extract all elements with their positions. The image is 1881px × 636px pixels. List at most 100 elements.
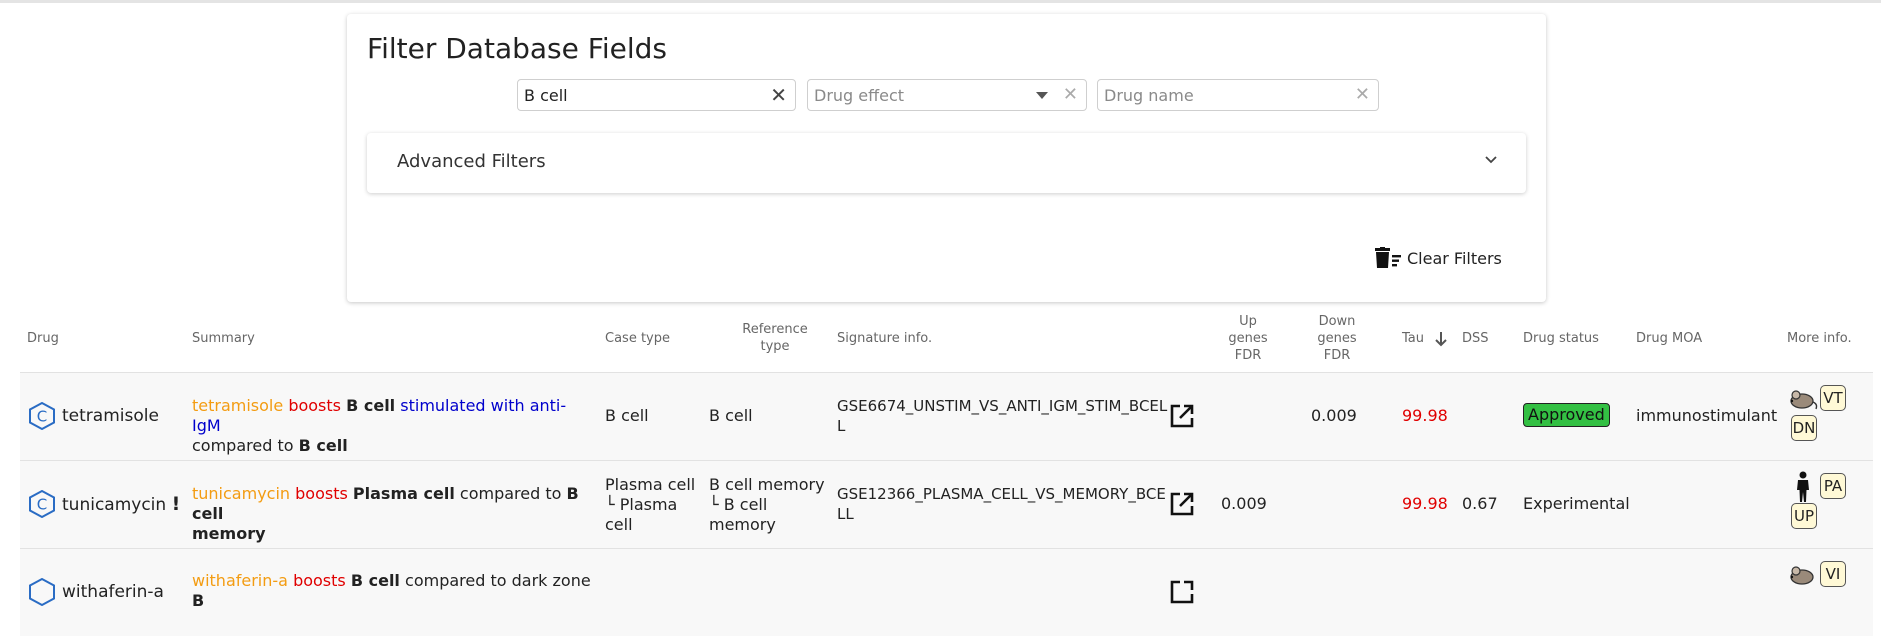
header-drug[interactable]: Drug bbox=[27, 330, 59, 347]
drug-name[interactable]: withaferin-a bbox=[62, 582, 164, 602]
tag-vt[interactable]: VT bbox=[1820, 385, 1846, 411]
human-icon[interactable] bbox=[1794, 471, 1812, 503]
reference-type-line3: memory bbox=[709, 515, 776, 534]
summary-verb: boosts bbox=[293, 571, 346, 590]
header-more-info: More info. bbox=[1787, 331, 1852, 346]
clear-cell-type-icon[interactable]: ✕ bbox=[770, 83, 787, 107]
tag-vi[interactable]: VI bbox=[1820, 561, 1846, 587]
header-up-line2: genes bbox=[1228, 331, 1268, 346]
dropdown-caret-icon[interactable] bbox=[1036, 92, 1048, 99]
summary: tetramisole boosts B cell stimulated wit… bbox=[192, 396, 592, 456]
summary-case: B cell bbox=[350, 571, 400, 590]
arrow-down-icon[interactable] bbox=[1434, 331, 1448, 347]
tau-value: 99.98 bbox=[1402, 406, 1448, 425]
cell-type-field[interactable]: ✕ bbox=[517, 79, 796, 111]
chevron-down-icon[interactable] bbox=[1484, 153, 1498, 167]
header-drug-status[interactable]: Drug status bbox=[1523, 330, 1599, 347]
header-drug-moa[interactable]: Drug MOA bbox=[1636, 330, 1702, 347]
advanced-filters-accordion[interactable]: Advanced Filters bbox=[367, 133, 1526, 193]
header-tau-label: Tau bbox=[1402, 331, 1424, 346]
trash-filter-icon bbox=[1375, 247, 1401, 268]
molecule-icon bbox=[29, 578, 55, 606]
summary-case: B cell bbox=[346, 396, 396, 415]
cell-type-input[interactable] bbox=[524, 84, 754, 106]
header-down-line3: FDR bbox=[1323, 348, 1351, 363]
drug-name-input[interactable] bbox=[1104, 84, 1334, 106]
reference-type-line1: B cell memory bbox=[709, 475, 825, 494]
header-down-line2: genes bbox=[1317, 331, 1357, 346]
external-link-icon[interactable] bbox=[1169, 491, 1195, 517]
signature-line2: L bbox=[837, 417, 846, 435]
up-genes-fdr: 0.009 bbox=[1221, 494, 1267, 513]
clear-drug-effect-icon[interactable]: ✕ bbox=[1063, 83, 1078, 107]
reference-type: B cell bbox=[709, 406, 753, 425]
header-down-line1: Down bbox=[1318, 314, 1356, 329]
status-badge: Approved bbox=[1523, 403, 1610, 427]
signature-line1: GSE12366_PLASMA_CELL_VS_MEMORY_BCE bbox=[837, 485, 1166, 503]
signature-info: GSE6674_UNSTIM_VS_ANTI_IGM_STIM_BCEL L bbox=[837, 396, 1168, 436]
header-up-line3: FDR bbox=[1234, 348, 1262, 363]
molecule-icon: C bbox=[29, 490, 55, 518]
summary-compared: compared to bbox=[459, 484, 562, 503]
header-signature-info[interactable]: Signature info. bbox=[837, 330, 932, 347]
external-link-icon[interactable] bbox=[1169, 579, 1195, 605]
svg-text:C: C bbox=[37, 408, 47, 426]
header-reference-type[interactable]: Reference type bbox=[720, 321, 830, 355]
warning-icon[interactable]: ! bbox=[172, 493, 181, 515]
drug-status: Approved bbox=[1523, 403, 1610, 427]
signature-line1: GSE6674_UNSTIM_VS_ANTI_IGM_STIM_BCEL bbox=[837, 397, 1168, 415]
header-reference-type-line2: type bbox=[760, 339, 790, 354]
summary-reference: B bbox=[192, 591, 205, 610]
drug-name-field[interactable]: ✕ bbox=[1097, 79, 1379, 111]
header-tau[interactable]: Tau bbox=[1402, 330, 1447, 347]
summary: tunicamycin boosts Plasma cell compared … bbox=[192, 484, 602, 544]
drug-name[interactable]: tunicamycin ! bbox=[62, 494, 180, 515]
summary-reference: B cell bbox=[298, 436, 348, 455]
summary-verb: boosts bbox=[295, 484, 348, 503]
molecule-icon: C bbox=[29, 402, 55, 430]
drug-effect-input[interactable] bbox=[814, 84, 1044, 106]
drug-name[interactable]: tetramisole bbox=[62, 406, 159, 426]
clear-filters-button[interactable]: Clear Filters bbox=[1374, 246, 1504, 272]
svg-text:C: C bbox=[37, 496, 47, 514]
summary: withaferin-a boosts B cell compared to d… bbox=[192, 571, 602, 611]
case-type-line2: └ Plasma bbox=[605, 495, 678, 514]
summary-drug[interactable]: tetramisole bbox=[192, 396, 283, 415]
drug-moa: immunostimulant bbox=[1636, 406, 1778, 425]
summary-drug[interactable]: tunicamycin bbox=[192, 484, 290, 503]
table-row[interactable]: C tunicamycin ! tunicamycin boosts Plasm… bbox=[20, 460, 1873, 548]
header-up-genes-fdr[interactable]: Up genes FDR bbox=[1218, 313, 1278, 364]
summary-case: Plasma cell bbox=[352, 484, 455, 503]
filter-panel: Filter Database Fields ✕ ✕ ✕ Advanced Fi… bbox=[347, 14, 1546, 302]
reference-type: B cell memory └ B cell memory bbox=[709, 475, 829, 535]
mouse-icon[interactable] bbox=[1787, 386, 1819, 412]
case-type: Plasma cell └ Plasma cell bbox=[605, 475, 700, 535]
header-dss[interactable]: DSS bbox=[1462, 330, 1489, 347]
drug-status: Experimental bbox=[1523, 494, 1630, 513]
header-case-type[interactable]: Case type bbox=[605, 330, 670, 347]
case-type: B cell bbox=[605, 406, 649, 425]
drug-name-text[interactable]: tunicamycin bbox=[62, 495, 166, 515]
case-type-line1: Plasma cell bbox=[605, 475, 696, 494]
tag-up[interactable]: UP bbox=[1791, 503, 1817, 529]
down-genes-fdr: 0.009 bbox=[1311, 406, 1357, 425]
header-down-genes-fdr[interactable]: Down genes FDR bbox=[1307, 313, 1367, 364]
table-row[interactable]: C tetramisole tetramisole boosts B cell … bbox=[20, 372, 1873, 460]
panel-title: Filter Database Fields bbox=[367, 32, 667, 65]
signature-line2: LL bbox=[837, 505, 854, 523]
tag-dn[interactable]: DN bbox=[1791, 415, 1817, 441]
summary-reference-cont: memory bbox=[192, 524, 266, 543]
table-header: Drug Summary Case type Reference type Si… bbox=[20, 310, 1873, 372]
drug-effect-select[interactable]: ✕ bbox=[807, 79, 1087, 111]
external-link-icon[interactable] bbox=[1169, 403, 1195, 429]
header-reference-type-line1: Reference bbox=[742, 322, 808, 337]
summary-compared: compared to dark zone bbox=[405, 571, 591, 590]
summary-drug[interactable]: withaferin-a bbox=[192, 571, 288, 590]
tag-pa[interactable]: PA bbox=[1820, 473, 1846, 499]
header-summary[interactable]: Summary bbox=[192, 330, 255, 347]
clear-drug-name-icon[interactable]: ✕ bbox=[1355, 83, 1370, 107]
dss-value: 0.67 bbox=[1462, 494, 1498, 513]
summary-verb: boosts bbox=[288, 396, 341, 415]
table-row[interactable]: withaferin-a withaferin-a boosts B cell … bbox=[20, 548, 1873, 636]
mouse-icon[interactable] bbox=[1787, 562, 1819, 588]
